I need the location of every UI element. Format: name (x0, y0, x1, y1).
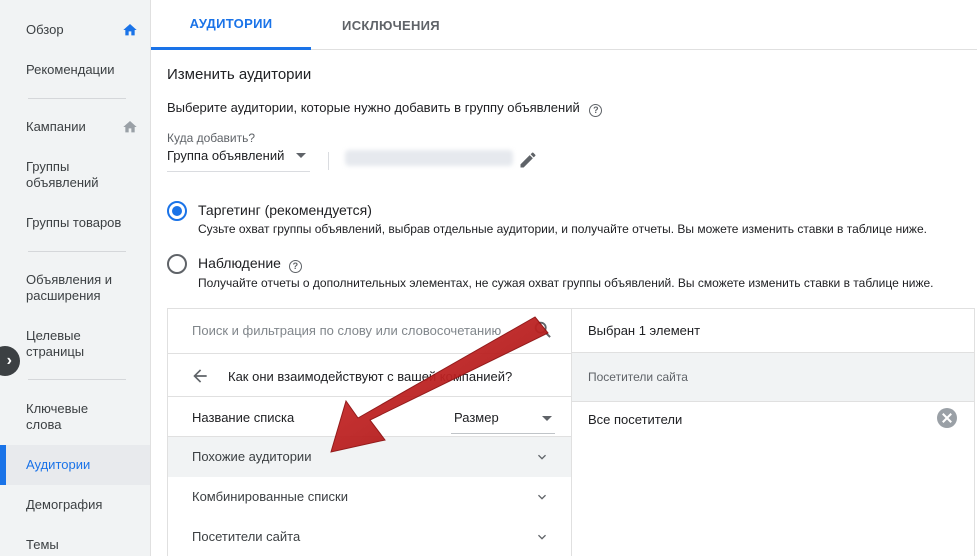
category-breadcrumb: Как они взаимодействуют с вашей компание… (228, 369, 513, 384)
sidebar-item-label: Группы товаров (26, 215, 122, 230)
sidebar-item-label: Ключевые слова (26, 401, 89, 432)
list-item[interactable]: Посетители сайта (168, 517, 571, 556)
selected-count: Выбран 1 элемент (588, 323, 701, 338)
sidebar: Обзор Рекомендации Кампании Группы объяв… (0, 0, 151, 556)
page-title: Изменить аудитории (167, 66, 312, 83)
divider (168, 396, 571, 397)
remove-icon[interactable] (937, 408, 957, 428)
observation-option-description: Получайте отчеты о дополнительных элемен… (198, 276, 934, 290)
size-select[interactable]: Размер (454, 410, 499, 425)
size-select-underline (451, 433, 555, 434)
sidebar-divider (28, 251, 126, 252)
sidebar-item-label: Объявления и расширения (26, 272, 113, 303)
sidebar-item-campaigns[interactable]: Кампании (0, 119, 150, 135)
sidebar-item-overview[interactable]: Обзор (0, 22, 150, 38)
search-icon[interactable] (532, 319, 554, 341)
chevron-down-icon (538, 454, 546, 460)
list-item-label: Комбинированные списки (192, 489, 348, 504)
selected-item-label: Все посетители (588, 412, 683, 427)
sidebar-item-label: Демография (26, 497, 103, 512)
sidebar-item-recommendations[interactable]: Рекомендации (0, 62, 150, 78)
dropdown-arrow-icon (542, 416, 552, 421)
sidebar-item-label: Группы объявлений (26, 159, 99, 190)
selected-audiences-panel: Выбран 1 элемент Посетители сайта Все по… (571, 308, 975, 556)
chevron-down-icon (538, 534, 546, 540)
tab-bar: АУДИТОРИИ ИСКЛЮЧЕНИЯ (151, 0, 977, 50)
targeting-radio[interactable] (167, 201, 187, 221)
sidebar-item-topics[interactable]: Темы (0, 537, 150, 553)
target-select[interactable]: Группа объявлений (167, 148, 310, 172)
observation-option-title: Наблюдение ? (198, 255, 302, 273)
home-icon (123, 121, 137, 133)
sidebar-item-ads-extensions[interactable]: Объявления и расширения (0, 272, 130, 304)
sidebar-item-audiences[interactable]: Аудитории (0, 445, 150, 485)
observation-option-label: Наблюдение (198, 255, 281, 271)
help-icon[interactable]: ? (288, 260, 302, 273)
dropdown-arrow-icon (296, 153, 306, 158)
divider (168, 353, 571, 354)
sidebar-item-ad-groups[interactable]: Группы объявлений (0, 159, 120, 191)
subtitle-text: Выберите аудитории, которые нужно добави… (167, 100, 580, 115)
targeting-option-title: Таргетинг (рекомендуется) (198, 202, 372, 218)
sidebar-item-label: Целевые страницы (26, 328, 85, 359)
ad-group-name-redacted (345, 150, 513, 166)
home-icon (123, 24, 137, 36)
target-select-value: Группа объявлений (167, 148, 285, 163)
back-arrow-icon[interactable] (190, 366, 210, 386)
sidebar-item-demographics[interactable]: Демография (0, 497, 150, 513)
sidebar-item-label: Аудитории (26, 457, 91, 472)
list-item[interactable]: Похожие аудитории (168, 437, 571, 477)
sidebar-item-label: Кампании (26, 119, 86, 134)
selected-group-label: Посетители сайта (588, 370, 688, 384)
tab-audiences[interactable]: АУДИТОРИИ (151, 0, 311, 50)
column-header-name: Название списка (192, 410, 295, 425)
tab-exclusions[interactable]: ИСКЛЮЧЕНИЯ (311, 0, 471, 50)
sidebar-item-label: Темы (26, 537, 59, 552)
list-item-label: Похожие аудитории (192, 449, 312, 464)
selected-group-header: Посетители сайта (572, 352, 974, 402)
sidebar-item-label: Рекомендации (26, 62, 115, 77)
sidebar-item-keywords[interactable]: Ключевые слова (0, 401, 110, 433)
help-icon[interactable]: ? (589, 104, 603, 117)
observation-radio[interactable] (167, 254, 187, 274)
list-item-label: Посетители сайта (192, 529, 301, 544)
sidebar-item-label: Обзор (26, 22, 64, 37)
sidebar-divider (28, 98, 126, 99)
target-label: Куда добавить? (167, 131, 256, 145)
page-subtitle: Выберите аудитории, которые нужно добави… (167, 100, 603, 117)
chevron-down-icon (538, 494, 546, 500)
sidebar-divider (28, 379, 126, 380)
list-item[interactable]: Комбинированные списки (168, 477, 571, 517)
divider (328, 152, 329, 170)
chevron-right-icon: › (6, 352, 12, 369)
targeting-option-description: Сузьте охват группы объявлений, выбрав о… (198, 222, 927, 236)
search-input[interactable]: Поиск и фильтрация по слову или словосоч… (192, 323, 501, 338)
edit-pencil-icon[interactable] (518, 150, 538, 170)
sidebar-item-product-groups[interactable]: Группы товаров (0, 215, 150, 231)
audience-browser-panel: Поиск и фильтрация по слову или словосоч… (167, 308, 572, 556)
